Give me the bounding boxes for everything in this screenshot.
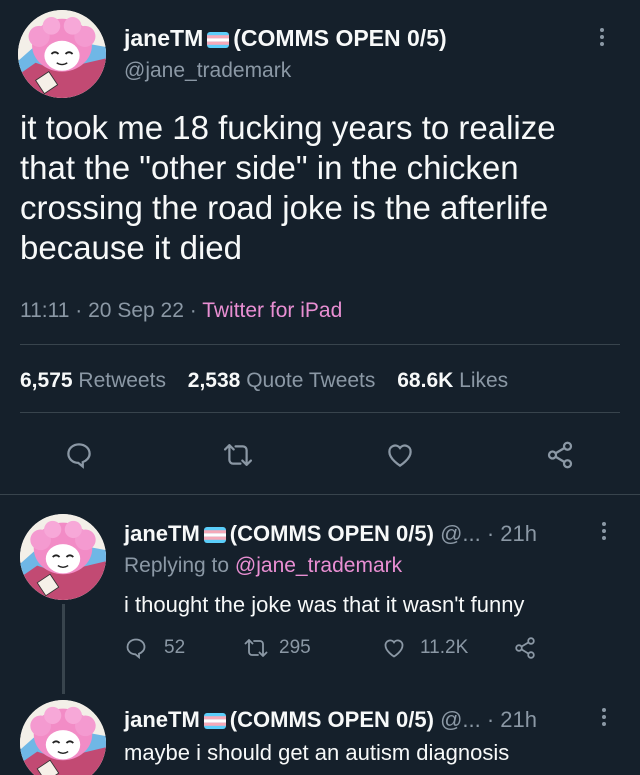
divider bbox=[0, 494, 640, 495]
divider bbox=[20, 344, 620, 345]
author-handle: @... bbox=[440, 521, 481, 546]
quotes-stat[interactable]: 2,538 Quote Tweets bbox=[188, 369, 376, 392]
display-name-suffix: (COMMS OPEN 0/5) bbox=[233, 25, 447, 51]
retweet-icon[interactable] bbox=[222, 440, 254, 470]
author-handle[interactable]: @jane_trademark bbox=[124, 58, 291, 84]
like-icon bbox=[384, 639, 404, 658]
more-options-icon[interactable] bbox=[600, 708, 608, 726]
author-name-row[interactable]: janeTM (COMMS OPEN 0/5) bbox=[124, 24, 447, 52]
tweet-text-line: it took me 18 fucking years to realize bbox=[20, 109, 556, 146]
stats-row: 6,575 Retweets 2,538 Quote Tweets 68.6K … bbox=[20, 368, 508, 394]
reply-time: · 21h bbox=[486, 707, 538, 732]
retweets-stat[interactable]: 6,575 Retweets bbox=[20, 369, 166, 392]
reply-header[interactable]: janeTM (COMMS OPEN 0/5) @... · 21h bbox=[124, 706, 537, 734]
tweet-text-line: because it died bbox=[20, 229, 242, 266]
replying-to-handle[interactable]: @jane_trademark bbox=[235, 554, 402, 577]
likes-label: Likes bbox=[459, 369, 509, 392]
tweet-text: it took me 18 fucking years to realize t… bbox=[20, 108, 630, 268]
divider bbox=[20, 412, 620, 413]
avatar-image bbox=[20, 700, 106, 775]
trans-flag-icon bbox=[204, 527, 226, 543]
display-name-suffix: (COMMS OPEN 0/5) bbox=[229, 521, 434, 546]
author-handle: @... bbox=[440, 707, 481, 732]
reply-icon[interactable] bbox=[64, 440, 94, 470]
replying-to-label: Replying to bbox=[124, 554, 230, 577]
reply-icon bbox=[126, 638, 146, 660]
avatar-image bbox=[20, 514, 106, 600]
tweet-text-line: that the "other side" in the chicken bbox=[20, 149, 519, 186]
tweet-time[interactable]: 11:11 bbox=[20, 299, 69, 322]
likes-stat[interactable]: 68.6K Likes bbox=[397, 369, 508, 392]
retweet-icon bbox=[244, 639, 268, 657]
avatar[interactable] bbox=[20, 514, 106, 600]
tweet-text-line: crossing the road joke is the afterlife bbox=[20, 189, 549, 226]
retweet-count: 295 bbox=[279, 637, 311, 658]
quotes-count: 2,538 bbox=[187, 369, 241, 392]
avatar[interactable] bbox=[20, 700, 106, 775]
reply-time: · 21h bbox=[486, 521, 538, 546]
reply-action[interactable]: 52 bbox=[124, 636, 185, 660]
like-action[interactable]: 11.2K bbox=[382, 636, 468, 660]
retweets-count: 6,575 bbox=[20, 369, 73, 392]
replying-to: Replying to @jane_trademark bbox=[124, 553, 402, 579]
quotes-label: Quote Tweets bbox=[246, 369, 376, 392]
display-name: janeTM bbox=[124, 521, 200, 546]
avatar[interactable] bbox=[18, 10, 106, 98]
retweets-label: Retweets bbox=[78, 369, 166, 392]
trans-flag-icon bbox=[207, 32, 229, 48]
tweet-source[interactable]: Twitter for iPad bbox=[202, 299, 342, 322]
more-options-icon[interactable] bbox=[598, 28, 606, 46]
display-name: janeTM bbox=[124, 707, 200, 732]
more-options-icon[interactable] bbox=[600, 522, 608, 540]
reply-text: i thought the joke was that it wasn't fu… bbox=[124, 592, 525, 617]
like-count: 11.2K bbox=[420, 637, 469, 658]
trans-flag-icon bbox=[204, 713, 226, 729]
tweet-date[interactable]: 20 Sep 22 bbox=[88, 299, 184, 322]
reply-header[interactable]: janeTM (COMMS OPEN 0/5) @... · 21h bbox=[124, 520, 537, 548]
display-name-suffix: (COMMS OPEN 0/5) bbox=[229, 707, 434, 732]
likes-count: 68.6K bbox=[397, 369, 454, 392]
separator: · bbox=[189, 299, 197, 322]
avatar-image bbox=[18, 10, 106, 98]
separator: · bbox=[75, 299, 83, 322]
share-icon[interactable] bbox=[545, 440, 575, 470]
share-icon[interactable] bbox=[513, 636, 537, 665]
thread-line bbox=[62, 604, 65, 694]
reply-count: 52 bbox=[164, 637, 186, 658]
timestamp-row: 11:11 · 20 Sep 22 · Twitter for iPad bbox=[20, 298, 342, 324]
reply-text: maybe i should get an autism diagnosis bbox=[124, 740, 510, 765]
retweet-action[interactable]: 295 bbox=[243, 636, 311, 660]
like-icon[interactable] bbox=[385, 440, 415, 470]
display-name: janeTM bbox=[124, 25, 204, 51]
